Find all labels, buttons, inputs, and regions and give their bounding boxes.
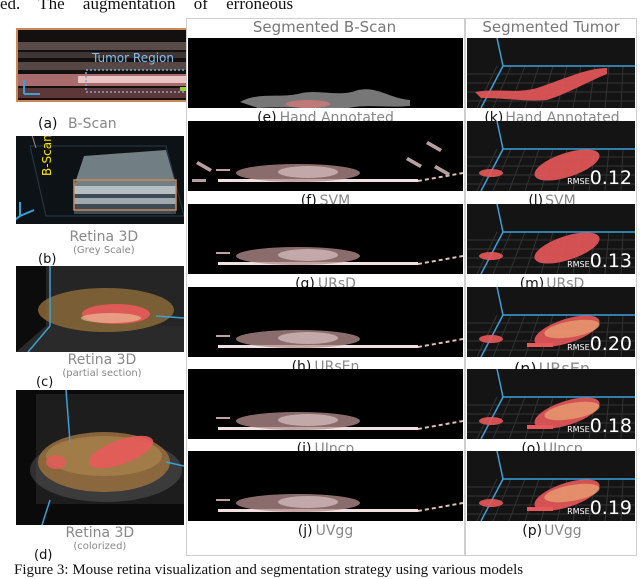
- segmented-tumor-image: RMSE0.19: [467, 451, 635, 521]
- segmented-bscan-image: [188, 121, 463, 191]
- segmented-bscan-image: [188, 287, 463, 357]
- figure-caption: Figure 3: Mouse retina visualization and…: [14, 562, 524, 578]
- rmse-label: RMSE: [567, 343, 590, 352]
- segmentation-mask-graphic: [240, 89, 410, 108]
- segmented-tumor-image: RMSE0.18: [467, 369, 635, 439]
- label-name: UVgg: [315, 523, 354, 539]
- label-tag: (d): [34, 548, 53, 563]
- segmentation-mask-graphic: [192, 141, 463, 182]
- rmse-label: RMSE: [567, 507, 590, 516]
- retina-3d-colorized-graphic: [30, 390, 184, 525]
- segmented-tumor-image: RMSE0.13: [467, 204, 635, 274]
- label-tag: (a): [38, 116, 58, 132]
- label-b: (b) Retina 3D (Grey Scale): [38, 229, 139, 267]
- retina-3d-grey-image: B-Scan: [16, 136, 184, 224]
- rmse-label: RMSE: [567, 177, 590, 186]
- segmentation-mask-graphic: [216, 330, 463, 348]
- tumor-region-label: Tumor Region: [92, 51, 174, 65]
- label-tag: (j): [297, 523, 313, 539]
- rmse-number: 0.18: [589, 415, 632, 437]
- segmented-bscan-image: [188, 38, 463, 108]
- label-a: (a) B-Scan: [38, 116, 117, 132]
- retina-3d-partial-image: [16, 266, 184, 352]
- rmse-number: 0.12: [589, 167, 632, 189]
- rmse-value: RMSE0.12: [567, 167, 632, 189]
- rmse-value: RMSE0.18: [567, 415, 632, 437]
- rmse-label: RMSE: [567, 260, 590, 269]
- rmse-number: 0.20: [589, 333, 632, 355]
- segmented-tumor-header: Segmented Tumor: [482, 18, 620, 36]
- segmented-bscan-image: [188, 369, 463, 439]
- label-tag: (p): [522, 523, 543, 539]
- bscan-overlay-label: B-Scan: [40, 136, 54, 176]
- label-sub: (Grey Scale): [73, 245, 135, 256]
- label-sub: (partial section): [62, 368, 142, 379]
- label-name: Retina 3D: [69, 229, 139, 245]
- segmented-bscan-image: [188, 204, 463, 274]
- label-sub: (colorized): [73, 541, 127, 552]
- rmse-value: RMSE0.19: [567, 497, 632, 519]
- segmentation-mask-graphic: [216, 494, 463, 512]
- label-name: UVgg: [544, 523, 582, 539]
- segmentation-mask-graphic: [216, 412, 463, 430]
- rmse-value: RMSE0.13: [567, 250, 632, 272]
- body-text-top: ed. The augmentation of erroneous: [0, 0, 294, 13]
- label-name: Retina 3D: [67, 352, 137, 368]
- label-tag: (b): [38, 252, 57, 267]
- label-c: (c) Retina 3D (partial section): [36, 352, 142, 390]
- label-tag: (c): [36, 375, 54, 390]
- label-name: B-Scan: [67, 116, 117, 132]
- segmented-bscan-image: [188, 451, 463, 521]
- segmented-tumor-image: RMSE0.20: [467, 287, 635, 357]
- segmented-bscan-header: Segmented B-Scan: [252, 18, 397, 36]
- bscan-image: Tumor Region: [16, 28, 188, 102]
- rmse-value: RMSE0.20: [567, 333, 632, 355]
- rmse-number: 0.19: [589, 497, 632, 519]
- label-d: (d) Retina 3D (colorized): [34, 525, 135, 563]
- segmented-bscan-label: (j) UVgg: [188, 523, 463, 539]
- rmse-label: RMSE: [567, 425, 590, 434]
- segmented-tumor-image: [467, 38, 635, 108]
- segmented-tumor-image: RMSE0.12: [467, 121, 635, 191]
- retina-3d-colorized-image: [16, 390, 184, 525]
- segmented-tumor-label: (p) UVgg: [467, 523, 637, 539]
- bscan-graphic: [18, 30, 186, 100]
- label-name: Retina 3D: [65, 525, 135, 541]
- retina-3d-partial-graphic: [16, 266, 184, 352]
- rmse-number: 0.13: [589, 250, 632, 272]
- tumor-3d-graphic: [467, 38, 635, 108]
- segmentation-mask-graphic: [216, 247, 463, 265]
